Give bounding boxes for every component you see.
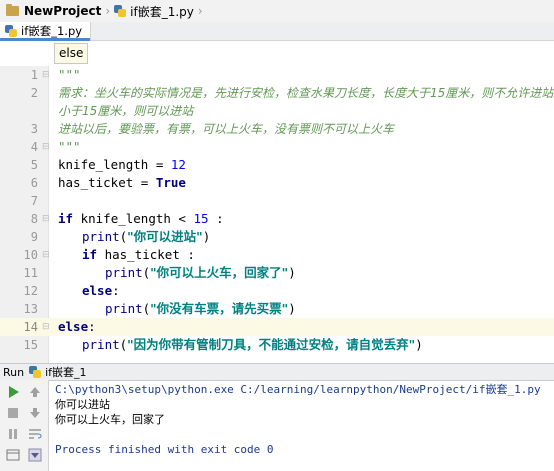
breadcrumb: NewProject › if嵌套_1.py ›: [0, 0, 554, 23]
code-text: if has_ticket :: [82, 247, 195, 262]
code-text: print("你没有车票，请先买票"): [105, 301, 296, 316]
editor-tabbar: if嵌套_1.py: [0, 22, 554, 41]
line-number: 15: [23, 338, 38, 352]
folder-icon: [6, 4, 19, 16]
scroll-to-end-icon[interactable]: [28, 448, 42, 462]
run-console-output[interactable]: C:\python3\setup\python.exe C:/learning/…: [52, 380, 552, 471]
code-text: has_ticket = True: [58, 175, 186, 190]
console-exit-status: Process finished with exit code 0: [55, 443, 274, 456]
fold-icon[interactable]: ⊟: [42, 246, 50, 264]
code-text: """: [58, 67, 81, 82]
breadcrumb-file[interactable]: if嵌套_1.py: [114, 3, 194, 20]
code-line[interactable]: 12 else:: [0, 282, 554, 300]
code-line[interactable]: 15 print("因为你带有管制刀具，不能通过安检，请自觉丢弃"): [0, 336, 554, 354]
code-editor[interactable]: else 1 ⊟ """ 2 需求：坐火车的实际情况是，先进行安检，检查水果刀长…: [0, 41, 554, 366]
code-text: 进站以后，要验票，有票，可以上火车，没有票则不可以上火车: [58, 122, 395, 136]
console-output-line: 你可以上火车，回家了: [55, 413, 165, 426]
line-number: 3: [30, 122, 38, 136]
code-text: 小于15厘米，则可以进站: [58, 104, 194, 118]
code-line-current[interactable]: 14 ⊟ else:: [0, 318, 554, 336]
line-number: 12: [23, 284, 38, 298]
code-line[interactable]: 13 print("你没有车票，请先买票"): [0, 300, 554, 318]
line-number: 2: [30, 86, 38, 100]
code-text: if knife_length < 15 :: [58, 211, 224, 226]
line-number: 5: [30, 158, 38, 172]
code-line[interactable]: 8 ⊟ if knife_length < 15 :: [0, 210, 554, 228]
pause-icon[interactable]: [6, 427, 20, 441]
fold-icon[interactable]: ⊟: [42, 318, 50, 336]
run-config-tab[interactable]: if嵌套_1: [45, 364, 86, 380]
line-number: 8: [30, 212, 38, 226]
console-command-line: C:\python3\setup\python.exe C:/learning/…: [55, 383, 541, 396]
line-number: 6: [30, 176, 38, 190]
code-line[interactable]: 9 print("你可以进站"): [0, 228, 554, 246]
code-line[interactable]: 7: [0, 192, 554, 210]
console-output-line: 你可以进站: [55, 398, 110, 411]
code-line[interactable]: 1 ⊟ """: [0, 66, 554, 84]
line-number: 1: [30, 68, 38, 82]
file-name: if嵌套_1.py: [130, 4, 194, 19]
python-file-icon: [5, 25, 17, 37]
fold-icon[interactable]: ⊟: [42, 138, 50, 156]
line-number: 4: [30, 140, 38, 154]
code-line-wrap[interactable]: 小于15厘米，则可以进站: [0, 102, 554, 120]
code-text: """: [58, 139, 81, 154]
code-text: 需求：坐火车的实际情况是，先进行安检，检查水果刀长度，长度大于15厘米，则不允许…: [58, 86, 554, 100]
code-text: print("你可以进站"): [82, 229, 211, 244]
line-number: 13: [23, 302, 38, 316]
tab-label: if嵌套_1.py: [21, 24, 83, 38]
run-toolbar: [0, 380, 49, 471]
chevron-right-icon: ›: [105, 4, 111, 18]
code-line[interactable]: 10 ⊟ if has_ticket :: [0, 246, 554, 264]
fold-icon[interactable]: ⊟: [42, 210, 50, 228]
run-toolwindow-header: Run if嵌套_1: [0, 363, 554, 381]
arrow-down-icon[interactable]: [28, 406, 42, 420]
code-text: print("因为你带有管制刀具，不能通过安检，请自觉丢弃"): [82, 337, 423, 352]
breadcrumb-project[interactable]: NewProject: [0, 4, 101, 18]
code-line[interactable]: 3 进站以后，要验票，有票，可以上火车，没有票则不可以上火车: [0, 120, 554, 138]
fold-icon[interactable]: ⊟: [42, 66, 50, 84]
python-file-icon: [114, 5, 127, 17]
line-number: 10: [23, 248, 38, 262]
code-text: knife_length = 12: [58, 157, 186, 172]
line-number: 11: [23, 266, 38, 280]
code-text: print("你可以上火车，回家了"): [105, 265, 296, 280]
stop-icon[interactable]: [6, 406, 20, 420]
project-name: NewProject: [24, 4, 102, 18]
context-tooltip: else: [54, 43, 89, 64]
code-line[interactable]: 11 print("你可以上火车，回家了"): [0, 264, 554, 282]
code-line[interactable]: 4 ⊟ """: [0, 138, 554, 156]
run-label: Run: [3, 365, 25, 379]
code-text: else:: [82, 283, 120, 298]
line-number: 7: [30, 194, 38, 208]
python-file-icon: [29, 366, 42, 378]
restore-layout-icon[interactable]: [6, 448, 20, 462]
line-number: 14: [23, 320, 38, 334]
chevron-right-icon: ›: [197, 4, 203, 18]
rerun-icon[interactable]: [6, 385, 20, 399]
soft-wrap-icon[interactable]: [28, 427, 42, 441]
code-line[interactable]: 5 knife_length = 12: [0, 156, 554, 174]
code-line[interactable]: 2 需求：坐火车的实际情况是，先进行安检，检查水果刀长度，长度大于15厘米，则不…: [0, 84, 554, 102]
tab-if-nested[interactable]: if嵌套_1.py: [0, 22, 92, 41]
code-line[interactable]: 6 has_ticket = True: [0, 174, 554, 192]
code-text: else:: [58, 319, 96, 334]
line-number: 9: [30, 230, 38, 244]
arrow-up-icon[interactable]: [28, 385, 42, 399]
